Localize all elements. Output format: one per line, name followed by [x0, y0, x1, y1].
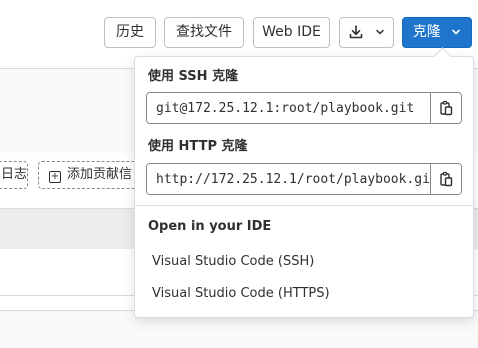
plus-icon: +	[49, 171, 61, 183]
download-button[interactable]	[339, 17, 394, 48]
ssh-clone-group	[146, 92, 462, 124]
repository-page: 日志 + 添加贡献信 历史 查找文件 Web IDE 克隆 使用 SSH 克隆	[0, 0, 478, 348]
dropdown-divider	[135, 205, 473, 206]
ssh-url-input[interactable]	[147, 93, 430, 123]
chevron-down-icon	[452, 29, 461, 35]
changelog-button-label: 日志	[1, 167, 28, 182]
find-file-button[interactable]: 查找文件	[164, 17, 244, 48]
http-clone-group	[146, 163, 462, 195]
add-contributing-label: 添加贡献信	[67, 167, 133, 182]
find-file-button-label: 查找文件	[176, 24, 232, 40]
clone-dropdown: 使用 SSH 克隆 使用 HTTP 克隆	[134, 47, 474, 318]
vscode-ssh-item[interactable]: Visual Studio Code (SSH)	[136, 247, 472, 277]
clone-button[interactable]: 克隆	[402, 17, 472, 48]
web-ide-button-label: Web IDE	[262, 24, 321, 40]
clone-button-label: 克隆	[412, 24, 441, 40]
chevron-down-icon	[375, 29, 384, 35]
vscode-https-item[interactable]: Visual Studio Code (HTTPS)	[136, 279, 472, 309]
dropdown-caret	[433, 47, 452, 66]
http-clone-label: 使用 HTTP 克隆	[148, 139, 248, 154]
history-button-label: 历史	[116, 24, 144, 40]
copy-http-url-button[interactable]	[430, 164, 461, 194]
add-contributing-button[interactable]: + 添加贡献信	[38, 161, 148, 189]
copy-icon	[440, 171, 453, 187]
ssh-clone-label: 使用 SSH 克隆	[148, 69, 239, 84]
copy-icon	[440, 100, 453, 116]
http-url-input[interactable]	[147, 164, 430, 194]
download-icon	[349, 25, 363, 39]
web-ide-button[interactable]: Web IDE	[253, 17, 330, 48]
copy-ssh-url-button[interactable]	[430, 93, 461, 123]
history-button[interactable]: 历史	[104, 17, 156, 48]
open-in-ide-heading: Open in your IDE	[148, 219, 272, 234]
changelog-button[interactable]: 日志	[0, 161, 28, 189]
